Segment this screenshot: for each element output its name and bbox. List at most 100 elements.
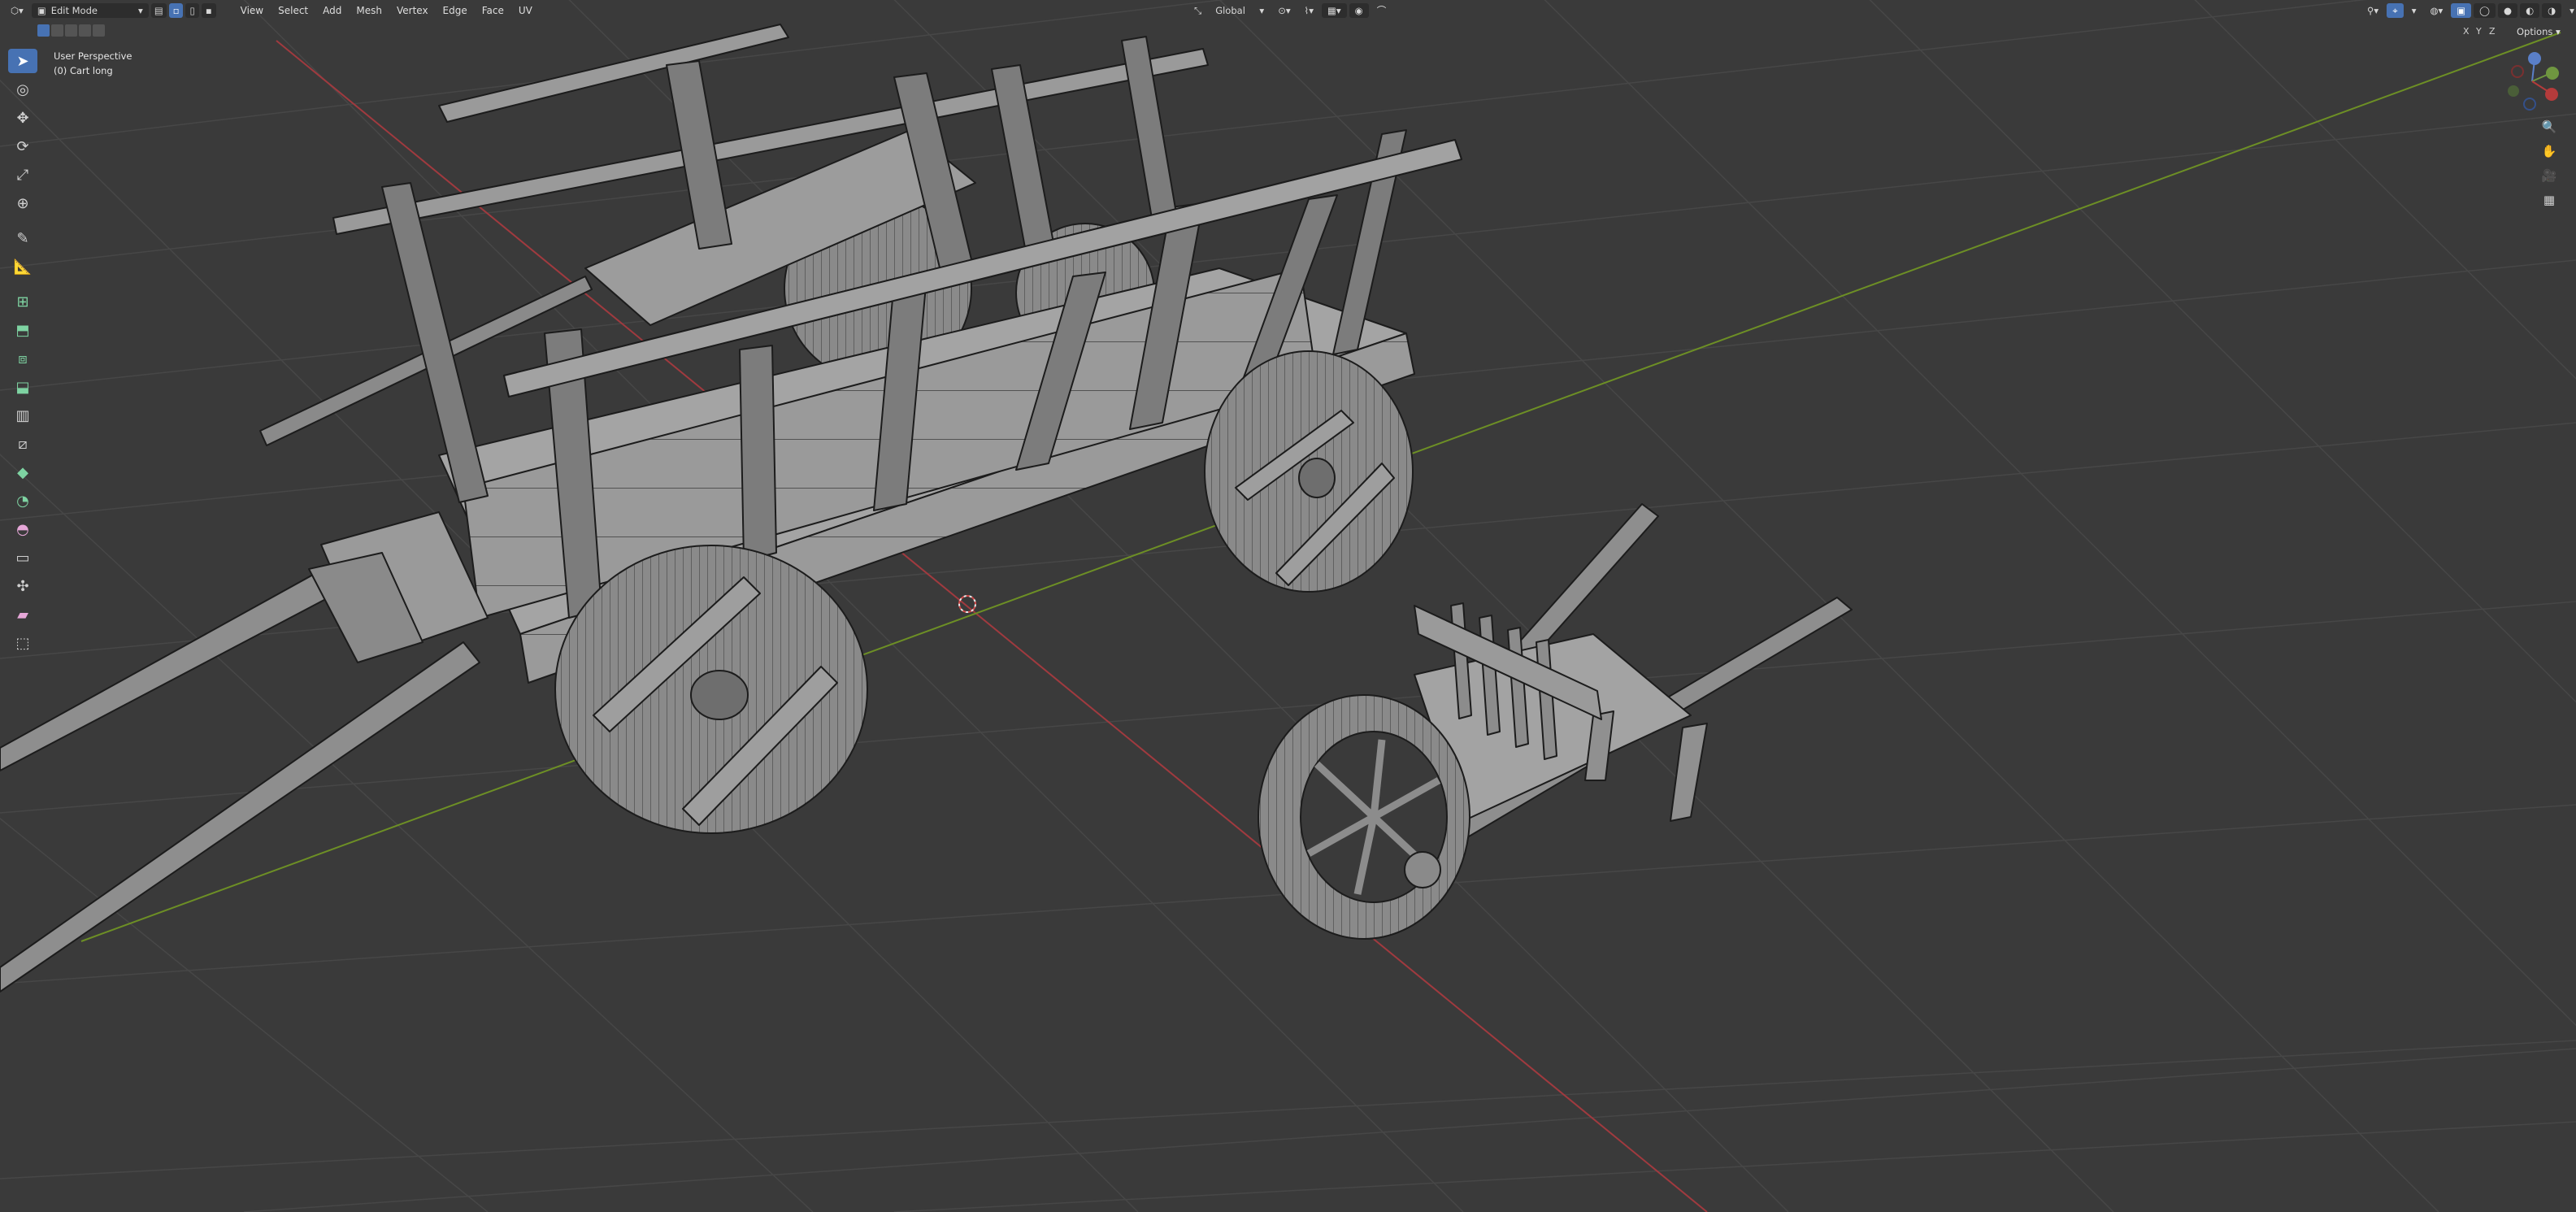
menu-face[interactable]: Face: [475, 5, 511, 16]
knife-icon: ⧄: [18, 435, 28, 453]
gizmo-icon[interactable]: ⌖: [2387, 3, 2404, 18]
menu-mesh[interactable]: Mesh: [349, 5, 389, 16]
wheelbarrow-wheel[interactable]: [1258, 694, 1470, 940]
select-difference-icon[interactable]: [79, 24, 91, 37]
scale-tool[interactable]: ⤢: [8, 163, 37, 187]
pan-hand-icon[interactable]: ✋: [2539, 141, 2559, 161]
mirror-x-button[interactable]: X: [2463, 26, 2470, 37]
chevron-down-icon: ▾: [1259, 5, 1265, 16]
loop-cut-tool[interactable]: ▥: [8, 403, 37, 428]
select-mode-row: [37, 24, 105, 37]
camera-view-icon[interactable]: 🎥: [2539, 166, 2559, 185]
spin-tool[interactable]: ◔: [8, 489, 37, 513]
select-extend-icon[interactable]: [51, 24, 63, 37]
wheelbarrow-leg[interactable]: [1670, 723, 1708, 822]
shear-tool[interactable]: ▰: [8, 602, 37, 627]
mirror-y-button[interactable]: Y: [2476, 26, 2482, 37]
bevel-icon: ⬓: [15, 378, 30, 396]
rip-region-tool[interactable]: ⬚: [8, 631, 37, 655]
perspective-toggle-icon[interactable]: ▦: [2539, 190, 2559, 210]
rip-region-icon: ⬚: [15, 634, 30, 652]
falloff-icon[interactable]: ⌒: [1371, 3, 1392, 18]
active-object-name: (0) Cart long: [54, 65, 113, 76]
spin-icon: ◔: [16, 492, 29, 510]
move-arrows-icon: ✥: [16, 109, 29, 127]
mode-label: Edit Mode: [50, 5, 98, 16]
scale-icon: ⤢: [16, 166, 29, 184]
smooth-icon: ◓: [16, 520, 29, 538]
overlays-icon[interactable]: ◍▾: [2424, 3, 2448, 18]
select-intersect-icon[interactable]: [93, 24, 105, 37]
measure-tool[interactable]: 📐: [8, 254, 37, 279]
visibility-icon[interactable]: ⚲▾: [2361, 3, 2384, 18]
orientation-selector[interactable]: Global ▾: [1210, 3, 1270, 18]
menu-select[interactable]: Select: [271, 5, 315, 16]
cart-wheel-rear[interactable]: [1204, 350, 1414, 593]
select-box-tool[interactable]: ➤: [8, 49, 37, 73]
rotate-icon: ⟳: [16, 137, 29, 155]
edge-slide-icon: ▭: [15, 549, 30, 567]
chevron-down-icon[interactable]: ▾: [2564, 3, 2576, 18]
shrink-fatten-icon: ✣: [16, 577, 29, 595]
3d-cursor[interactable]: [958, 595, 976, 613]
shading-material-icon[interactable]: ◐: [2520, 3, 2540, 18]
zoom-icon[interactable]: 🔍: [2539, 117, 2559, 137]
move-tool[interactable]: ✥: [8, 106, 37, 130]
select-new-icon[interactable]: [37, 24, 50, 37]
cart-shaft-right[interactable]: [0, 641, 480, 993]
bevel-tool[interactable]: ⬓: [8, 375, 37, 399]
xray-icon[interactable]: ▣: [2451, 3, 2472, 18]
loop-cut-icon: ▥: [15, 406, 30, 424]
navigation-gizmo[interactable]: [2508, 52, 2559, 111]
menu-add[interactable]: Add: [315, 5, 349, 16]
edge-select-icon[interactable]: ▯: [185, 3, 199, 18]
edge-slide-tool[interactable]: ▭: [8, 545, 37, 570]
snap-icon[interactable]: ⌇▾: [1299, 3, 1319, 18]
transform-tool[interactable]: ⊕: [8, 191, 37, 215]
viewport-info: User Perspective (0) Cart long: [54, 49, 132, 78]
cart-wheel-front[interactable]: [554, 545, 868, 834]
transform-icon: ⊕: [16, 194, 29, 212]
proportional-edit-icon[interactable]: ◉: [1349, 3, 1369, 18]
shading-wireframe-icon[interactable]: ◯: [2474, 3, 2496, 18]
menu-vertex[interactable]: Vertex: [389, 5, 436, 16]
cart-top-rail-back[interactable]: [438, 24, 789, 123]
snap-target-icon[interactable]: ▦▾: [1322, 3, 1347, 18]
rotate-tool[interactable]: ⟳: [8, 134, 37, 159]
orientation-label: Global: [1215, 5, 1245, 16]
viewport-header: ⬡▾ ▣ Edit Mode ▾ ▤ ▫ ▯ ▪ View Select Add…: [0, 0, 2576, 21]
chevron-down-icon: ▾: [2556, 26, 2561, 37]
inset-tool[interactable]: ⧈: [8, 346, 37, 371]
shading-rendered-icon[interactable]: ◑: [2542, 3, 2562, 18]
knife-tool[interactable]: ⧄: [8, 432, 37, 456]
face-select-icon[interactable]: ▪: [201, 3, 216, 18]
menu-edge[interactable]: Edge: [436, 5, 475, 16]
transform-pivot-icon[interactable]: ▤: [150, 3, 167, 18]
3d-viewport[interactable]: [0, 0, 2576, 1212]
vertex-select-icon[interactable]: ▫: [168, 3, 184, 18]
shrink-fatten-tool[interactable]: ✣: [8, 574, 37, 598]
3d-cursor-icon: ◎: [16, 80, 29, 98]
extrude-tool[interactable]: ⬒: [8, 318, 37, 342]
add-cube-tool[interactable]: ⊞: [8, 289, 37, 314]
cube-plus-icon: ⊞: [16, 293, 29, 311]
shading-solid-icon[interactable]: ●: [2498, 3, 2518, 18]
extrude-icon: ⬒: [15, 321, 30, 339]
select-subtract-icon[interactable]: [65, 24, 77, 37]
menu-uv[interactable]: UV: [511, 5, 540, 16]
options-label: Options: [2517, 26, 2553, 37]
mode-selector[interactable]: ▣ Edit Mode ▾: [31, 3, 149, 18]
pivot-point-icon[interactable]: ⊙▾: [1272, 3, 1296, 18]
cart-post[interactable]: [739, 345, 777, 562]
annotate-tool[interactable]: ✎: [8, 226, 37, 250]
smooth-tool[interactable]: ◓: [8, 517, 37, 541]
cart-long-mesh[interactable]: [0, 24, 1462, 993]
editor-type-icon[interactable]: ⬡▾: [5, 3, 29, 18]
poly-build-tool[interactable]: ◆: [8, 460, 37, 484]
cursor-tool[interactable]: ◎: [8, 77, 37, 102]
mirror-z-button[interactable]: Z: [2489, 26, 2496, 37]
menu-view[interactable]: View: [233, 5, 271, 16]
options-button[interactable]: Options ▾: [2517, 26, 2561, 37]
orientation-icon[interactable]: ⤡: [1188, 3, 1207, 18]
chevron-down-icon[interactable]: ▾: [2406, 3, 2422, 18]
